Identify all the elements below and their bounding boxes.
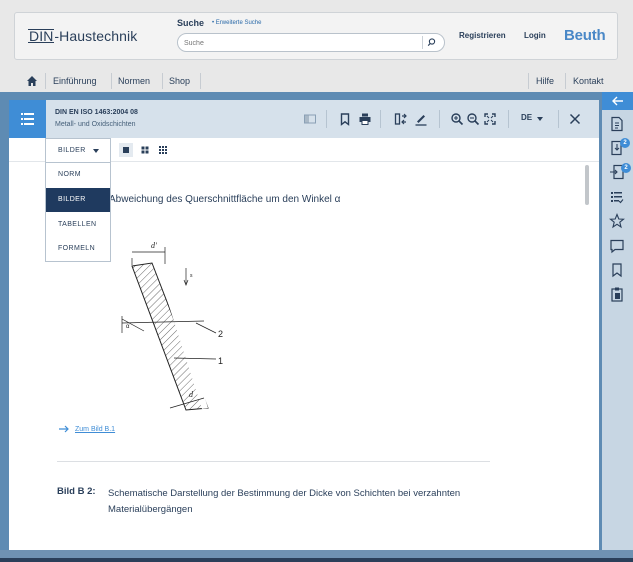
- thumbnail-view-icon[interactable]: [156, 143, 170, 157]
- nav-kontakt[interactable]: Kontakt: [573, 73, 604, 89]
- print-icon[interactable]: [358, 112, 372, 126]
- toolbar-divider: [326, 110, 327, 128]
- grid-view-icon[interactable]: [138, 143, 152, 157]
- dropdown-option-norm[interactable]: NORM: [46, 163, 110, 187]
- nav-divider: [111, 73, 112, 89]
- nav-divider: [162, 73, 163, 89]
- dropdown-option-tabellen[interactable]: TABELLEN: [46, 213, 110, 237]
- notification-badge: 2: [621, 163, 631, 173]
- technical-figure: d' s α 2 1 d: [121, 241, 223, 411]
- viewer-top-frame: [0, 92, 633, 100]
- site-header: DIN-Haustechnik Suche • Erweiterte Suche…: [14, 12, 618, 60]
- right-sidebar: 2 2: [599, 92, 633, 550]
- dropdown-selected-label: BILDER: [58, 147, 86, 154]
- toc-menu-button[interactable]: [9, 100, 46, 138]
- nav-einfuehrung[interactable]: Einführung: [53, 73, 97, 89]
- din-haustechnik-logo[interactable]: DIN-Haustechnik: [28, 28, 137, 44]
- caption-label: Bild B 2:: [57, 486, 96, 497]
- chevron-down-icon: [93, 149, 99, 153]
- comment-icon[interactable]: [609, 238, 625, 254]
- list-icon: [21, 113, 34, 125]
- zoom-in-icon[interactable]: [450, 112, 464, 126]
- toolbar-divider: [439, 110, 440, 128]
- footer-edge: [0, 558, 633, 562]
- viewer-left-frame: [0, 100, 9, 562]
- checklist-icon[interactable]: [609, 189, 625, 205]
- toolbar-divider: [380, 110, 381, 128]
- label-2: 2: [218, 329, 223, 339]
- nav-divider: [528, 73, 529, 89]
- chevron-down-icon: [537, 117, 543, 121]
- caption-text: Schematische Darstellung der Bestimmung …: [108, 488, 461, 515]
- label-alpha: α: [126, 324, 130, 330]
- language-label: DE: [521, 113, 533, 122]
- dropdown-option-formeln[interactable]: FORMELN: [46, 237, 110, 261]
- beuth-logo[interactable]: Beuth: [564, 27, 606, 44]
- nav-divider: [565, 73, 566, 89]
- zoom-out-icon[interactable]: [466, 112, 480, 126]
- nav-normen[interactable]: Normen: [118, 73, 150, 89]
- document-id: DIN EN ISO 1463:2004 08: [55, 109, 138, 116]
- logo-din-text: DIN: [28, 28, 55, 44]
- compare-icon[interactable]: [394, 112, 408, 126]
- bookmark-icon[interactable]: [338, 112, 352, 126]
- dropdown-menu: NORM BILDER TABELLEN FORMELN: [45, 162, 111, 262]
- panel-toggle-icon[interactable]: [303, 112, 317, 126]
- search-box: [177, 33, 445, 52]
- toolbar-divider: [558, 110, 559, 128]
- figure-link[interactable]: Zum Bild B.1: [75, 426, 115, 433]
- bookmark-icon[interactable]: [609, 262, 625, 278]
- close-icon[interactable]: [568, 112, 582, 126]
- nav-divider: [45, 73, 46, 89]
- search-input[interactable]: [184, 37, 414, 49]
- document-subtitle: Metall- und Oxidschichten: [55, 121, 136, 128]
- document-info-icon[interactable]: [609, 116, 625, 132]
- annotate-pen-icon[interactable]: [414, 112, 428, 126]
- scrollbar-track[interactable]: [583, 163, 591, 550]
- scrollbar-thumb[interactable]: [585, 165, 589, 205]
- arrow-left-icon: [612, 96, 623, 106]
- section-filter-dropdown[interactable]: BILDER: [45, 138, 111, 162]
- arrow-right-icon: [59, 425, 69, 433]
- nav-hilfe[interactable]: Hilfe: [536, 73, 554, 89]
- label-d-prime: d': [151, 241, 157, 250]
- login-link[interactable]: Login: [524, 31, 546, 40]
- home-icon[interactable]: [26, 75, 38, 87]
- nav-divider: [200, 73, 201, 89]
- nav-shop[interactable]: Shop: [169, 73, 190, 89]
- single-view-icon[interactable]: [119, 143, 133, 157]
- dropdown-option-bilder[interactable]: BILDER: [46, 188, 110, 212]
- fullscreen-icon[interactable]: [483, 112, 497, 126]
- search-icon: [427, 38, 436, 47]
- label-s: s: [190, 273, 193, 279]
- register-link[interactable]: Registrieren: [459, 31, 506, 40]
- search-label: Suche: [177, 18, 205, 28]
- logo-rest-text: -Haustechnik: [54, 28, 138, 44]
- main-navigation: Einführung Normen Shop Hilfe Kontakt: [16, 70, 616, 92]
- toolbar-divider: [508, 110, 509, 128]
- notification-badge: 2: [620, 138, 630, 148]
- content-divider: [57, 461, 490, 462]
- star-icon[interactable]: [609, 213, 625, 229]
- clipboard-icon[interactable]: [609, 286, 625, 302]
- figure-title: Abweichung des Querschnittfläche um den …: [109, 194, 341, 205]
- search-button[interactable]: [422, 36, 440, 49]
- label-1: 1: [218, 356, 223, 366]
- viewer-toolbar: DIN EN ISO 1463:2004 08 Metall- und Oxid…: [9, 100, 599, 138]
- advanced-search-link[interactable]: • Erweiterte Suche: [212, 20, 261, 26]
- collapse-sidebar-button[interactable]: [602, 92, 633, 110]
